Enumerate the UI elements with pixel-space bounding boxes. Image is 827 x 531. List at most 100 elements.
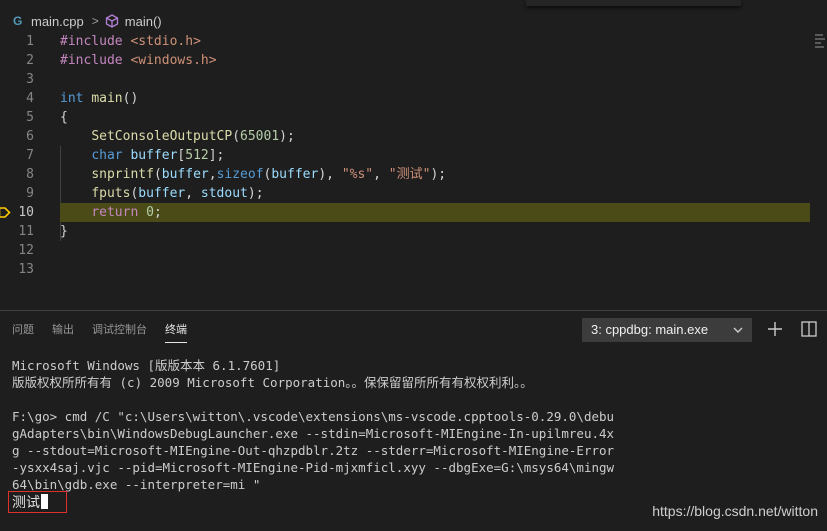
code-token: ); bbox=[430, 167, 447, 182]
code-token: return bbox=[91, 205, 139, 220]
line-number: 8 bbox=[26, 167, 34, 182]
code-token: ; bbox=[153, 205, 162, 220]
code-line[interactable]: 2 #include <windows.h> bbox=[0, 51, 827, 70]
code-token: <windows.h> bbox=[130, 53, 217, 68]
code-line[interactable]: 5{ bbox=[0, 108, 827, 127]
code-token: } bbox=[60, 224, 68, 239]
line-number: 3 bbox=[26, 72, 34, 87]
code-token: stdout bbox=[200, 186, 248, 201]
panel-tabs: 问题 输出 调试控制台 终端 bbox=[0, 311, 193, 349]
panel-tab[interactable]: 问题 bbox=[12, 319, 34, 341]
code-token: ), bbox=[318, 167, 342, 182]
code-token: ); bbox=[247, 186, 264, 201]
code-line[interactable]: 6 SetConsoleOutputCP(65001); bbox=[0, 127, 827, 146]
terminal-line: -ysxx4saj.vjc --pid=Microsoft-MIEngine-P… bbox=[12, 460, 615, 475]
code-token: ( bbox=[232, 129, 241, 144]
code-token: buffer bbox=[138, 186, 186, 201]
panel-tab[interactable]: 终端 bbox=[165, 319, 187, 343]
hover-widget-edge bbox=[526, 0, 741, 6]
chevron-down-icon bbox=[733, 327, 743, 333]
code-token: buffer bbox=[161, 167, 209, 182]
code-line[interactable]: 12 bbox=[0, 241, 827, 260]
line-number: 11 bbox=[18, 224, 34, 239]
terminal-program-output: 测试 bbox=[12, 494, 48, 512]
panel-tab[interactable]: 调试控制台 bbox=[92, 319, 147, 341]
line-number: 7 bbox=[26, 148, 34, 163]
code-token: snprintf bbox=[91, 167, 154, 182]
line-number: 2 bbox=[26, 53, 34, 68]
code-token: sizeof bbox=[216, 167, 264, 182]
line-number: 4 bbox=[26, 91, 34, 106]
code-line[interactable]: 7 char buffer[512]; bbox=[0, 146, 827, 165]
terminal-line: Microsoft Windows [版版本本 6.1.7601] bbox=[12, 358, 281, 373]
code-text: fputs(buffer, stdout); bbox=[60, 184, 810, 203]
code-token: , bbox=[208, 167, 217, 182]
breadcrumb-symbol[interactable]: main() bbox=[125, 14, 162, 29]
breadcrumb: G main.cpp > main() bbox=[0, 10, 827, 32]
code-token: #include bbox=[60, 34, 123, 49]
code-token: 0 bbox=[146, 205, 154, 220]
code-line[interactable]: 11} bbox=[0, 222, 827, 241]
breadcrumb-separator: > bbox=[91, 14, 99, 28]
code-token: fputs bbox=[91, 186, 131, 201]
terminal-select-value: 3: cppdbg: main.exe bbox=[591, 322, 709, 337]
breakpoint-arrow-icon bbox=[0, 207, 11, 218]
code-text: char buffer[512]; bbox=[60, 146, 810, 165]
terminal-line: 64\bin\gdb.exe --interpreter=mi " bbox=[12, 477, 261, 492]
panel-tab[interactable]: 输出 bbox=[52, 319, 74, 341]
code-token: ); bbox=[279, 129, 295, 144]
code-token: ]; bbox=[208, 148, 225, 163]
method-cube-icon bbox=[105, 14, 118, 28]
code-token: , bbox=[373, 167, 389, 182]
code-token: #include bbox=[60, 53, 123, 68]
code-text: #include <stdio.h> bbox=[60, 32, 810, 51]
breadcrumb-file[interactable]: main.cpp bbox=[31, 14, 84, 29]
line-number: 1 bbox=[26, 34, 34, 49]
code-token: "测试" bbox=[388, 167, 431, 182]
code-line[interactable]: 8 snprintf(buffer,sizeof(buffer), "%s", … bbox=[0, 165, 827, 184]
terminal-line: gAdapters\bin\WindowsDebugLauncher.exe -… bbox=[12, 426, 615, 441]
terminal-line: g --stdout=Microsoft-MIEngine-Out-qhzpdb… bbox=[12, 443, 615, 458]
code-line[interactable]: 13 bbox=[0, 260, 827, 279]
terminal-output-highlight: 测试 bbox=[8, 491, 67, 513]
code-text: } bbox=[60, 222, 810, 241]
code-token: char bbox=[91, 148, 123, 163]
terminal-select[interactable]: 3: cppdbg: main.exe bbox=[582, 318, 752, 342]
split-terminal-icon[interactable] bbox=[799, 319, 819, 339]
code-token: <stdio.h> bbox=[130, 34, 201, 49]
code-token: SetConsoleOutputCP bbox=[91, 129, 233, 144]
cpp-file-icon: G bbox=[13, 14, 23, 28]
code-editor[interactable]: 1 #include <stdio.h> 2 #include <windows.h>… bbox=[0, 32, 827, 304]
terminal-line: 版版权权所所有有 (c) 2009 Microsoft Corporation。… bbox=[12, 375, 533, 390]
code-line[interactable]: 1 #include <stdio.h> bbox=[0, 32, 827, 51]
terminal-line: F:\go> cmd /C "c:\Users\witton\.vscode\e… bbox=[12, 409, 615, 424]
code-text: SetConsoleOutputCP(65001); bbox=[60, 127, 810, 146]
code-line[interactable]: 3 bbox=[0, 70, 827, 89]
code-line[interactable]: 10 return 0; bbox=[0, 203, 827, 222]
line-number: 9 bbox=[26, 186, 34, 201]
plus-icon[interactable] bbox=[765, 319, 785, 339]
code-token: () bbox=[122, 91, 139, 106]
watermark: https://blog.csdn.net/witton bbox=[652, 503, 818, 519]
line-number: 6 bbox=[26, 129, 34, 144]
code-token: buffer bbox=[130, 148, 178, 163]
code-text: return 0; bbox=[60, 203, 810, 222]
code-token: 512 bbox=[185, 148, 209, 163]
code-text: { bbox=[60, 108, 810, 127]
code-token: 65001 bbox=[240, 129, 280, 144]
line-number: 5 bbox=[26, 110, 34, 125]
code-token: { bbox=[60, 110, 68, 125]
line-number: 13 bbox=[18, 262, 34, 277]
code-token: "%s" bbox=[341, 167, 374, 182]
line-number: 12 bbox=[18, 243, 34, 258]
terminal-output[interactable]: Microsoft Windows [版版本本 6.1.7601] 版版权权所所有… bbox=[12, 357, 822, 493]
code-line[interactable]: 9 fputs(buffer, stdout); bbox=[0, 184, 827, 203]
code-line[interactable]: 4 int main() bbox=[0, 89, 827, 108]
code-token: , bbox=[185, 186, 201, 201]
